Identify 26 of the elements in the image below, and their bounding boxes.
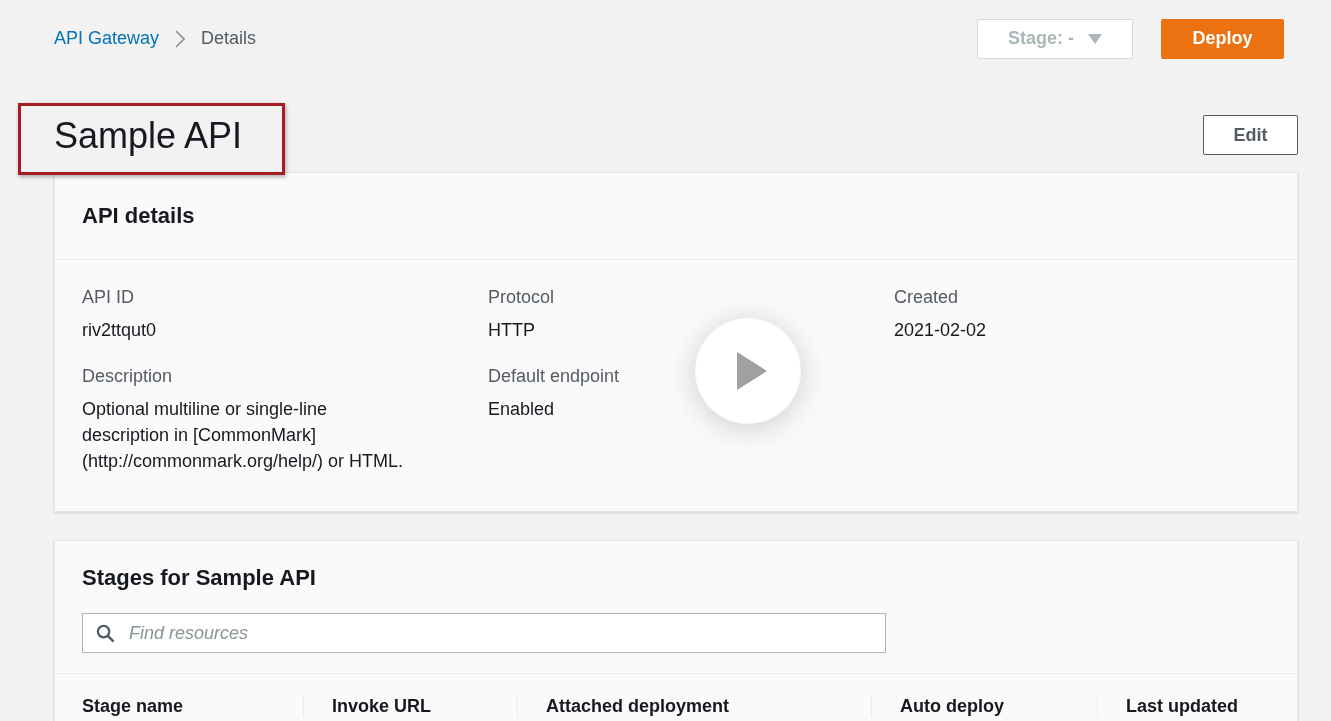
breadcrumb-current: Details	[201, 28, 257, 49]
field-label: Description	[82, 365, 173, 388]
column-header: Attached deployment	[546, 696, 730, 716]
card-heading: API details	[82, 203, 195, 229]
deploy-button[interactable]: Deploy	[1161, 18, 1284, 59]
play-button-icon[interactable]	[695, 318, 801, 424]
breadcrumb-link[interactable]: API Gateway	[54, 28, 160, 49]
field-label: API ID	[82, 286, 134, 309]
field-value: 2021-02-02	[894, 319, 988, 342]
card-heading: Stages for Sample API	[82, 565, 317, 591]
field-value: Optional multiline or single-line description in [CommonMark] (http://commonmark.org/help/) or HTML.	[82, 398, 405, 473]
page-title: Sample API	[54, 114, 243, 158]
field-value: HTTP	[488, 319, 536, 342]
field-value: riv2ttqut0	[82, 319, 158, 342]
caret-down-icon	[1088, 33, 1102, 44]
field-value: Enabled	[488, 398, 556, 421]
field-label: Created	[894, 286, 959, 309]
chevron-right-icon	[175, 29, 186, 48]
column-header: Invoke URL	[332, 696, 432, 716]
field-label: Default endpoint	[488, 365, 620, 388]
edit-button[interactable]: Edit	[1203, 115, 1298, 155]
column-header: Auto deploy	[900, 696, 1004, 716]
column-header: Stage name	[82, 696, 184, 716]
field-label: Protocol	[488, 286, 555, 309]
search-field[interactable]: Find resources	[82, 613, 886, 653]
column-header: Last updated	[1126, 696, 1238, 716]
